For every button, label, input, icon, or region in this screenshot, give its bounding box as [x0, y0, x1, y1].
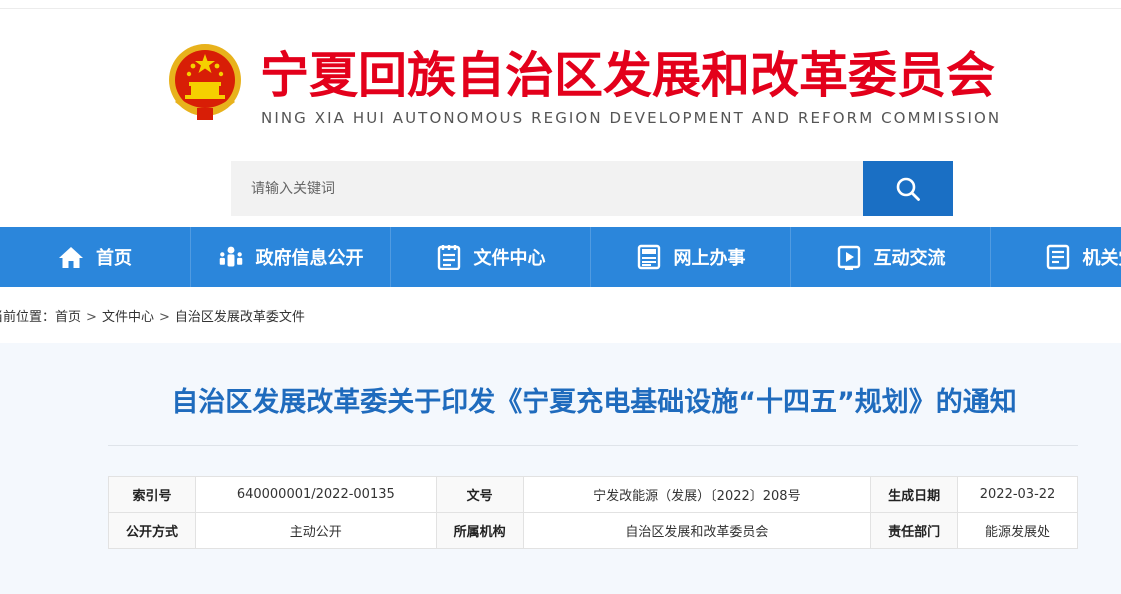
document-title: 自治区发展改革委关于印发《宁夏充电基础设施“十四五”规划》的通知: [171, 387, 1017, 418]
site-subtitle: NING XIA HUI AUTONOMOUS REGION DEVELOPME…: [261, 109, 1002, 127]
doc-number-label: 文号: [435, 476, 524, 513]
nav-item-party[interactable]: 机关党: [991, 227, 1121, 287]
play-icon: [836, 244, 862, 270]
breadcrumb-prefix: 当前位置：: [0, 310, 56, 325]
people-icon: [218, 244, 244, 270]
document-info-table: 索引号 640000001/2022-00135 文号 宁发改能源（发展）〔20…: [108, 476, 1078, 549]
document-icon: [436, 244, 462, 270]
open-method-value: 主动公开: [194, 512, 437, 549]
search-bar: [231, 161, 953, 216]
date-label: 生成日期: [870, 476, 959, 513]
nav-item-interaction[interactable]: 互动交流: [791, 227, 991, 287]
breadcrumb-separator: >: [158, 310, 170, 325]
news-icon: [636, 244, 662, 270]
organization-label: 所属机构: [435, 512, 524, 549]
table-row: 公开方式 主动公开 所属机构 自治区发展和改革委员会 责任部门 能源发展处: [108, 512, 1078, 549]
nav-label: 互动交流: [873, 248, 946, 269]
breadcrumb-link-commission-docs[interactable]: 自治区发展改革委文件: [175, 306, 305, 325]
breadcrumb-separator: >: [86, 310, 97, 325]
site-header: 宁夏回族自治区发展和改革委员会 NING XIA HUI AUTONOMOUS …: [0, 0, 1121, 160]
organization-value: 自治区发展和改革委员会: [522, 512, 872, 549]
open-method-label: 公开方式: [108, 512, 196, 549]
home-icon: [58, 244, 84, 270]
department-label: 责任部门: [870, 512, 959, 549]
nav-label: 政府信息公开: [255, 248, 364, 269]
nav-label: 文件中心: [473, 248, 546, 269]
doc-number-value: 宁发改能源（发展）〔2022〕208号: [522, 476, 872, 513]
breadcrumb-link-documents[interactable]: 文件中心: [102, 306, 154, 325]
department-value: 能源发展处: [957, 512, 1078, 549]
breadcrumb: 当前位置：首页 > 文件中心 > 自治区发展改革委文件: [0, 306, 305, 325]
search-icon: [896, 177, 920, 201]
index-value: 640000001/2022-00135: [194, 476, 437, 513]
list-icon: [1045, 244, 1071, 270]
search-input[interactable]: [231, 161, 863, 216]
nav-label: 首页: [96, 248, 132, 269]
date-value: 2022-03-22: [957, 476, 1078, 513]
national-emblem-icon: [169, 44, 241, 120]
nav-label: 网上办事: [673, 248, 746, 269]
nav-item-home[interactable]: 首页: [0, 227, 191, 287]
table-row: 索引号 640000001/2022-00135 文号 宁发改能源（发展）〔20…: [108, 476, 1078, 513]
search-button[interactable]: [863, 161, 953, 216]
index-label: 索引号: [108, 476, 196, 513]
nav-item-online-service[interactable]: 网上办事: [591, 227, 791, 287]
nav-item-gov-info[interactable]: 政府信息公开: [191, 227, 391, 287]
site-title: 宁夏回族自治区发展和改革委员会: [260, 47, 996, 104]
nav-label: 机关党: [1082, 248, 1121, 269]
title-divider: [108, 445, 1078, 446]
breadcrumb-link-home[interactable]: 首页: [55, 306, 81, 325]
nav-item-documents[interactable]: 文件中心: [391, 227, 591, 287]
main-nav: 首页 政府信息公开 文件中心 网上办事 互动交流 机关党: [0, 227, 1121, 287]
